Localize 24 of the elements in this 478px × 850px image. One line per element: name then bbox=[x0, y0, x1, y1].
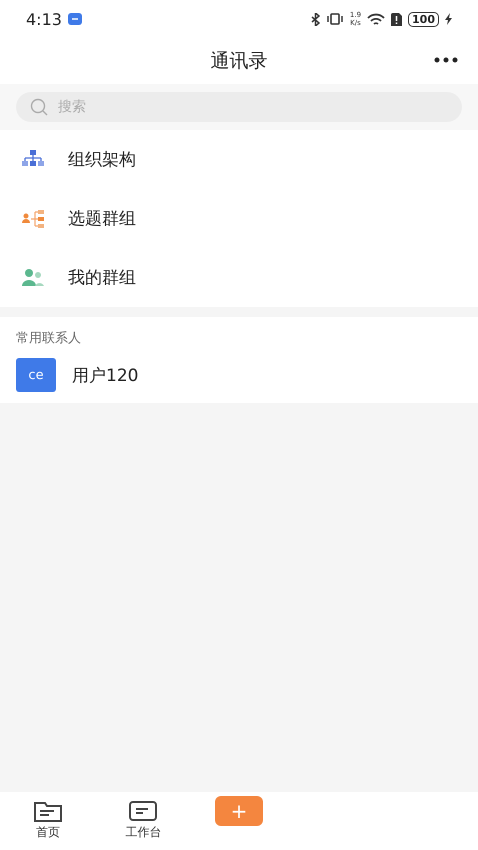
contact-item[interactable]: ce 用户120 bbox=[0, 353, 478, 397]
page-title: 通讯录 bbox=[210, 49, 268, 74]
people-icon bbox=[22, 268, 44, 288]
group-tree-icon bbox=[22, 208, 44, 228]
menu-item[interactable]: 组织架构 bbox=[0, 130, 478, 189]
more-icon[interactable] bbox=[434, 57, 458, 63]
sim-icon bbox=[391, 12, 402, 26]
card-icon bbox=[129, 800, 158, 822]
contact-name: 用户120 bbox=[72, 364, 138, 386]
tab[interactable]: 工作台 bbox=[96, 792, 192, 842]
app-icon bbox=[68, 13, 82, 25]
menu-item[interactable]: 选题群组 bbox=[0, 189, 478, 248]
folder-icon bbox=[34, 800, 62, 822]
clock: 4:13 bbox=[26, 10, 62, 28]
wifi-icon bbox=[367, 12, 386, 26]
battery-level: 100 bbox=[408, 12, 439, 26]
section-heading: 常用联系人 bbox=[15, 330, 82, 348]
charging-icon bbox=[445, 13, 452, 25]
menu-item[interactable]: 我的群组 bbox=[0, 248, 478, 307]
tab[interactable]: 首页 bbox=[0, 792, 96, 842]
avatar: ce bbox=[16, 358, 56, 392]
bluetooth-icon bbox=[310, 12, 320, 26]
vibrate-icon bbox=[326, 13, 344, 25]
search-field[interactable]: 搜索 bbox=[16, 92, 462, 122]
